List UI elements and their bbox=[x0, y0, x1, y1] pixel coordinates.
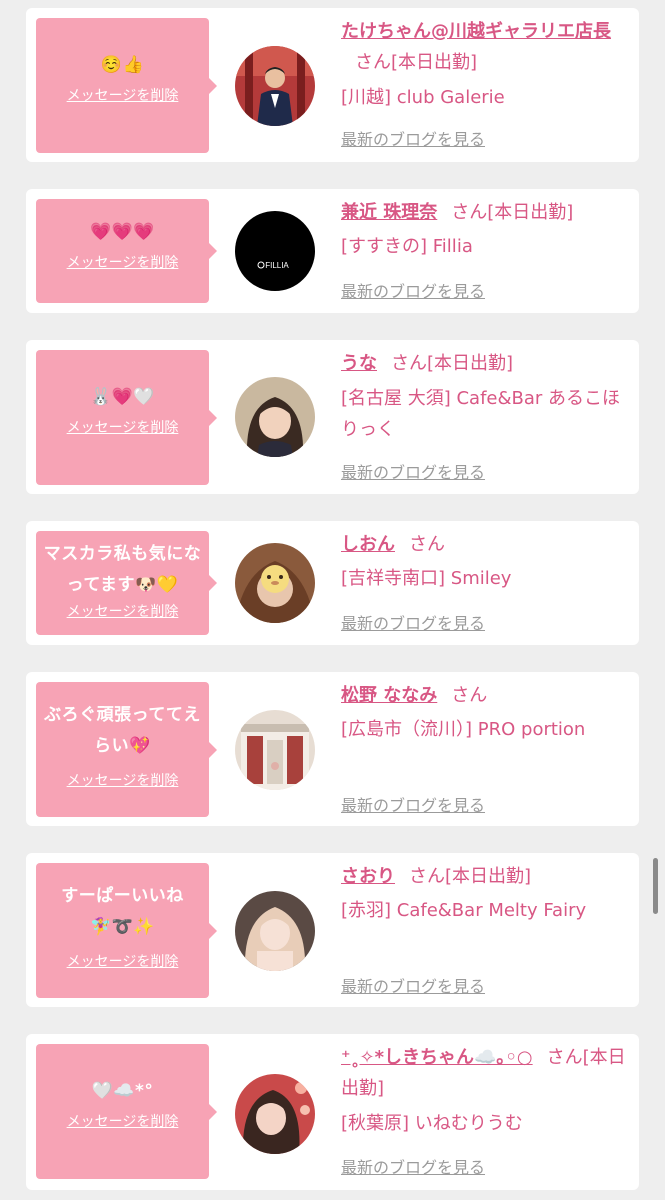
latest-blog-link[interactable]: 最新のブログを見る bbox=[341, 278, 485, 302]
cast-name-link[interactable]: ⁺˳✧*しきちゃん☁️｡◦○ bbox=[341, 1047, 533, 1068]
cast-info: ⁺˳✧*しきちゃん☁️｡◦○ さん[本日出勤] [秋葉原] いねむりうむ bbox=[341, 1042, 629, 1139]
message-card: マスカラ私も気になってます🐶💛 メッセージを削除 しおん さん [吉祥寺南口] S… bbox=[26, 521, 639, 645]
message-text: ぶろぐ頑張っててえらい💖 bbox=[44, 705, 201, 756]
cast-info: さおり さん[本日出勤] [赤羽] Cafe&Bar Melty Fairy bbox=[341, 861, 629, 926]
scrollbar[interactable] bbox=[653, 858, 658, 914]
message-bubble: 💗💗💗 メッセージを削除 bbox=[36, 199, 217, 303]
cast-status: さん[本日出勤] bbox=[451, 202, 574, 223]
cast-info: うな さん[本日出勤] [名古屋 大須] Cafe&Bar あるこほりっく bbox=[341, 348, 629, 445]
message-card: 💗💗💗 メッセージを削除 FILLIA 兼近 珠理奈 さん[本日出勤] [すすきの… bbox=[26, 189, 639, 313]
name-line: ⁺˳✧*しきちゃん☁️｡◦○ さん[本日出勤] bbox=[341, 1042, 629, 1104]
delete-message-button[interactable]: メッセージを削除 bbox=[67, 1111, 179, 1131]
message-text: 🤍☁️*° bbox=[91, 1081, 154, 1101]
logo-text: FILLIA bbox=[265, 261, 289, 270]
message-text: ☺️👍 bbox=[100, 55, 145, 75]
message-bubble: 🤍☁️*° メッセージを削除 bbox=[36, 1044, 217, 1179]
cast-name-link[interactable]: 松野 ななみ bbox=[341, 685, 437, 706]
woman-red-lights-photo-icon bbox=[235, 1074, 315, 1154]
cast-status: さん[本日出勤] bbox=[391, 353, 514, 374]
avatar[interactable] bbox=[235, 710, 315, 790]
cast-name-link[interactable]: 兼近 珠理奈 bbox=[341, 202, 437, 223]
delete-message-button[interactable]: メッセージを削除 bbox=[67, 770, 179, 790]
message-card: ぶろぐ頑張っててえらい💖 メッセージを削除 松野 ななみ さん [広島市（流川）]… bbox=[26, 672, 639, 826]
cast-status: さん[本日出勤] bbox=[409, 866, 532, 887]
latest-blog-link[interactable]: 最新のブログを見る bbox=[341, 1154, 485, 1178]
woman-with-sticker-photo-icon bbox=[235, 543, 315, 623]
message-text: 🐰💗🤍 bbox=[89, 387, 155, 407]
latest-blog-link[interactable]: 最新のブログを見る bbox=[341, 792, 485, 816]
cast-status: さん bbox=[409, 534, 445, 555]
message-bubble: 🐰💗🤍 メッセージを削除 bbox=[36, 350, 217, 485]
cast-name-link[interactable]: たけちゃん@川越ギャラリエ店長 bbox=[341, 21, 611, 42]
avatar[interactable] bbox=[235, 1074, 315, 1154]
cast-status: さん bbox=[451, 685, 488, 706]
avatar[interactable] bbox=[235, 891, 315, 971]
cast-info: 松野 ななみ さん [広島市（流川）] PRO portion bbox=[341, 680, 629, 745]
message-bubble: すーぱーいいね🧚‍♀️➰✨ メッセージを削除 bbox=[36, 863, 217, 998]
shop-name: [川越] club Galerie bbox=[341, 87, 505, 108]
avatar[interactable] bbox=[235, 377, 315, 457]
avatar[interactable] bbox=[235, 543, 315, 623]
shop-name: [吉祥寺南口] Smiley bbox=[341, 568, 512, 589]
avatar[interactable]: FILLIA bbox=[235, 211, 315, 291]
name-line: さおり さん[本日出勤] bbox=[341, 861, 629, 892]
avatar[interactable] bbox=[235, 46, 315, 126]
delete-message-button[interactable]: メッセージを削除 bbox=[67, 252, 179, 272]
shop-name: [赤羽] Cafe&Bar Melty Fairy bbox=[341, 900, 587, 921]
cast-info: 兼近 珠理奈 さん[本日出勤] [すすきの] Fillia bbox=[341, 197, 629, 262]
cast-status: さん[本日出勤] bbox=[355, 52, 478, 73]
name-line: たけちゃん@川越ギャラリエ店長さん[本日出勤] bbox=[341, 16, 629, 78]
delete-message-button[interactable]: メッセージを削除 bbox=[67, 417, 179, 437]
cast-name-link[interactable]: しおん bbox=[341, 534, 395, 555]
message-bubble: ☺️👍 メッセージを削除 bbox=[36, 18, 217, 153]
woman-blonde-photo-icon bbox=[235, 891, 315, 971]
message-text: すーぱーいいね🧚‍♀️➰✨ bbox=[61, 886, 184, 937]
building-photo-icon bbox=[235, 710, 315, 790]
name-line: うな さん[本日出勤] bbox=[341, 348, 629, 379]
message-card: ☺️👍 メッセージを削除 たけちゃん@川越ギャラリエ店長さん[本日出勤] [川越… bbox=[26, 8, 639, 162]
shop-name: [秋葉原] いねむりうむ bbox=[341, 1113, 523, 1134]
cast-name-link[interactable]: さおり bbox=[341, 866, 395, 887]
latest-blog-link[interactable]: 最新のブログを見る bbox=[341, 973, 485, 997]
name-line: 松野 ななみ さん bbox=[341, 680, 629, 711]
shop-name: [名古屋 大須] Cafe&Bar あるこほりっく bbox=[341, 388, 621, 440]
latest-blog-link[interactable]: 最新のブログを見る bbox=[341, 126, 485, 150]
delete-message-button[interactable]: メッセージを削除 bbox=[67, 601, 179, 621]
cast-info: しおん さん [吉祥寺南口] Smiley bbox=[341, 529, 629, 594]
message-card: 🤍☁️*° メッセージを削除 ⁺˳✧*しきちゃん☁️｡◦○ さん[本日出勤] [秋… bbox=[26, 1034, 639, 1190]
shop-name: [広島市（流川）] PRO portion bbox=[341, 719, 586, 740]
delete-message-button[interactable]: メッセージを削除 bbox=[67, 951, 179, 971]
message-card: 🐰💗🤍 メッセージを削除 うな さん[本日出勤] [名古屋 大須] Cafe&Ba… bbox=[26, 340, 639, 494]
message-card: すーぱーいいね🧚‍♀️➰✨ メッセージを削除 さおり さん[本日出勤] [赤羽] … bbox=[26, 853, 639, 1007]
shop-name: [すすきの] Fillia bbox=[341, 236, 473, 257]
latest-blog-link[interactable]: 最新のブログを見る bbox=[341, 459, 485, 483]
latest-blog-link[interactable]: 最新のブログを見る bbox=[341, 610, 485, 634]
woman-portrait-photo-icon bbox=[235, 377, 315, 457]
delete-message-button[interactable]: メッセージを削除 bbox=[67, 85, 179, 105]
message-bubble: ぶろぐ頑張っててえらい💖 メッセージを削除 bbox=[36, 682, 217, 817]
cast-info: たけちゃん@川越ギャラリエ店長さん[本日出勤] [川越] club Galeri… bbox=[341, 16, 629, 113]
message-text: マスカラ私も気になってます🐶💛 bbox=[43, 544, 202, 595]
fillia-logo-icon: FILLIA bbox=[235, 211, 315, 291]
name-line: 兼近 珠理奈 さん[本日出勤] bbox=[341, 197, 629, 228]
man-in-suit-photo-icon bbox=[235, 46, 315, 126]
name-line: しおん さん bbox=[341, 529, 629, 560]
cast-name-link[interactable]: うな bbox=[341, 353, 377, 374]
message-text: 💗💗💗 bbox=[89, 222, 155, 242]
message-bubble: マスカラ私も気になってます🐶💛 メッセージを削除 bbox=[36, 531, 217, 635]
